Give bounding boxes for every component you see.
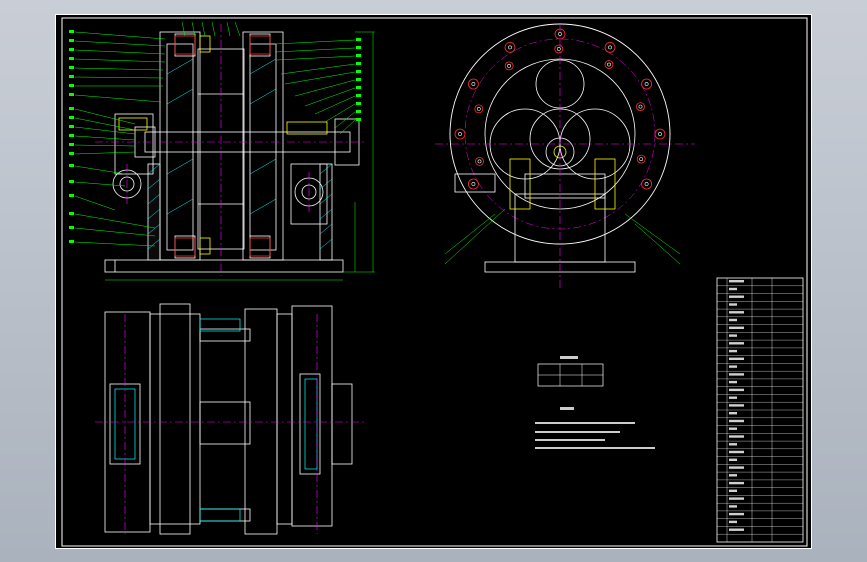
bolt-hole xyxy=(554,44,564,54)
parameter-table xyxy=(537,356,604,387)
front-view-leaders xyxy=(74,21,375,281)
bolt-hole-center xyxy=(608,45,612,50)
bolt-hole xyxy=(504,42,516,53)
title-block-cell-text xyxy=(729,489,737,492)
drawing-canvas[interactable] xyxy=(55,14,812,549)
bolt-hole-center xyxy=(507,64,512,68)
sheet-outer-border xyxy=(55,14,812,549)
bolt-hole-center xyxy=(639,157,644,162)
title-block-cell-text xyxy=(729,450,744,454)
title-block-cell-text xyxy=(729,287,737,291)
bolt-hole xyxy=(641,178,652,190)
bolt-hole xyxy=(654,128,666,140)
title-block-cell-text xyxy=(729,342,744,345)
viewer-background xyxy=(0,0,867,562)
cad-drawing xyxy=(55,14,812,549)
title-block-cell-text xyxy=(729,388,744,392)
title-block-cell-text xyxy=(729,357,744,360)
bolt-hole-center xyxy=(471,182,476,186)
technical-notes xyxy=(535,407,655,449)
title-block-cell-text xyxy=(729,334,737,337)
title-block-cell-text xyxy=(729,303,737,306)
bolt-hole-center xyxy=(644,182,649,186)
title-block-cell-text xyxy=(729,528,744,531)
bolt-hole xyxy=(604,60,614,69)
side-view xyxy=(435,23,695,289)
title-block-cell-text xyxy=(729,466,744,469)
title-block-cell-text xyxy=(729,295,744,298)
front-view-centerlines xyxy=(95,24,365,276)
title-block-cell-text xyxy=(729,427,737,430)
bolt-hole xyxy=(636,102,645,111)
title-block-cell-text xyxy=(729,326,744,329)
bolt-hole xyxy=(454,128,466,140)
bolt-hole-center xyxy=(658,132,662,136)
front-view-hatching xyxy=(147,58,333,250)
title-block-cell-text xyxy=(729,435,744,438)
bolt-hole-center xyxy=(508,45,512,50)
bolt-hole xyxy=(467,78,479,90)
bolt-hole xyxy=(475,156,484,166)
title-block-cell-text xyxy=(729,497,744,500)
bolt-hole xyxy=(504,61,514,71)
bolt-hole-center xyxy=(471,82,476,86)
bolt-hole-center xyxy=(556,47,561,51)
plan-view xyxy=(104,303,353,535)
title-block-cell-text xyxy=(729,380,737,384)
title-block-cell-text xyxy=(729,365,737,368)
bolt-hole-center xyxy=(477,159,482,164)
bolt-hole-center xyxy=(476,107,481,111)
sheet-inner-border xyxy=(61,17,808,547)
front-view-part-tags xyxy=(69,30,361,243)
bolt-hole xyxy=(474,104,484,114)
title-block-cell-text xyxy=(729,505,737,508)
plan-view-details xyxy=(95,314,365,534)
bolt-hole xyxy=(604,42,616,53)
bolt-hole-center xyxy=(638,104,643,109)
title-block-cell-text xyxy=(729,349,737,353)
title-block-cell-text xyxy=(729,481,744,485)
title-block-cell-text xyxy=(729,318,737,322)
title-block-cell-text xyxy=(729,396,737,399)
title-block-cell-text xyxy=(729,404,744,407)
title-block-cell-text xyxy=(729,443,737,446)
title-block-cell-text xyxy=(729,311,744,314)
title-block-cell-text xyxy=(729,419,744,423)
bolt-hole xyxy=(636,154,646,164)
title-block xyxy=(716,277,804,543)
front-section-view xyxy=(104,31,360,273)
title-block-cell-text xyxy=(729,280,744,283)
bolt-hole-center xyxy=(458,132,462,136)
title-block-cell-text xyxy=(729,520,737,524)
title-block-cell-text xyxy=(729,512,744,516)
bolt-hole-center xyxy=(607,62,611,67)
title-block-cell-text xyxy=(729,458,737,461)
bolt-hole xyxy=(467,178,479,190)
bolt-hole-center xyxy=(644,82,649,86)
bolt-hole xyxy=(641,78,652,90)
title-block-cell-text xyxy=(729,474,737,477)
title-block-cell-text xyxy=(729,373,744,376)
title-block-cell-text xyxy=(729,412,737,415)
